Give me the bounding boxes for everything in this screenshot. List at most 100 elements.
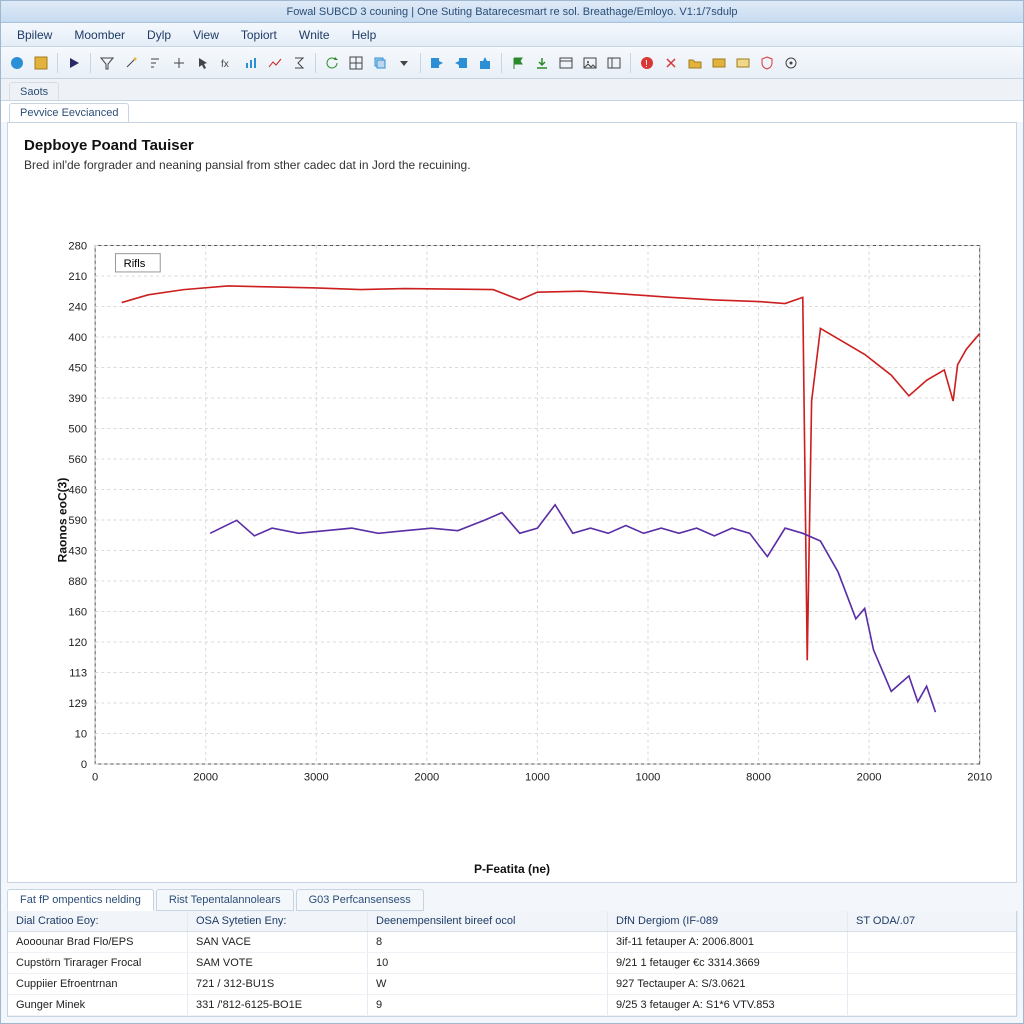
image-icon[interactable] (580, 53, 600, 73)
sigma-icon[interactable] (289, 53, 309, 73)
flag-icon[interactable] (508, 53, 528, 73)
menu-view[interactable]: View (183, 26, 229, 44)
svg-text:0: 0 (92, 771, 98, 783)
dropdown-icon[interactable] (394, 53, 414, 73)
wand-icon[interactable] (121, 53, 141, 73)
grid-cell (848, 974, 1018, 994)
pointer-icon[interactable] (193, 53, 213, 73)
menu-topiort[interactable]: Topiort (231, 26, 287, 44)
window-icon[interactable] (556, 53, 576, 73)
grid-header: Dial Cratioo Eoy: OSA Sytetien Eny: Deen… (8, 911, 1016, 932)
grid-cell: 3if-11 fetauper A: 2006.8001 (608, 932, 848, 952)
menu-help[interactable]: Help (342, 26, 387, 44)
target-icon[interactable] (781, 53, 801, 73)
toolbar: fx ! (1, 47, 1023, 79)
fx-icon[interactable]: fx (217, 53, 237, 73)
col-1[interactable]: OSA Sytetien Eny: (188, 911, 368, 931)
grid-cell: 9/21 1 fetauger €c 3314.3669 (608, 953, 848, 973)
svg-text:500: 500 (68, 424, 87, 436)
download-icon[interactable] (532, 53, 552, 73)
menu-wnite[interactable]: Wnite (289, 26, 340, 44)
svg-text:113: 113 (69, 668, 87, 680)
menu-bpilew[interactable]: Bpilew (7, 26, 62, 44)
svg-text:120: 120 (68, 637, 87, 649)
shield-icon[interactable] (757, 53, 777, 73)
window-titlebar: Fowal SUBCD 3 couning | One Suting Batar… (1, 1, 1023, 23)
sort-icon[interactable] (145, 53, 165, 73)
toolbar-separator (501, 53, 502, 73)
grid-cell: Gunger Minek (8, 995, 188, 1015)
svg-text:2010: 2010 (967, 771, 992, 783)
panel-tab-row2: Pevvice Eevcianced (1, 100, 1023, 122)
export-left-icon[interactable] (427, 53, 447, 73)
col-0[interactable]: Dial Cratioo Eoy: (8, 911, 188, 931)
chart-line-icon[interactable] (265, 53, 285, 73)
svg-text:fx: fx (221, 59, 229, 70)
bottom-tab-2[interactable]: G03 Perfcansensess (296, 889, 424, 911)
grid-cell: 10 (368, 953, 608, 973)
svg-text:590: 590 (68, 515, 87, 527)
cross-icon[interactable] (661, 53, 681, 73)
bottom-tab-0[interactable]: Fat fP ompentics nelding (7, 889, 154, 911)
app-window: Fowal SUBCD 3 couning | One Suting Batar… (0, 0, 1024, 1024)
svg-text:3000: 3000 (304, 771, 329, 783)
grid-cell: W (368, 974, 608, 994)
chart-panel: Depboye Poand Tauiser Bred inl'de forgra… (7, 122, 1017, 883)
panel-icon[interactable] (709, 53, 729, 73)
x-axis-label: P-Featita (ne) (24, 862, 1000, 876)
svg-text:400: 400 (68, 332, 87, 344)
panel-tab-saots[interactable]: Saots (9, 82, 59, 101)
bottom-tab-1[interactable]: Rist Tepentalannolears (156, 889, 294, 911)
grid-cell: 9/25 3 fetauger A: S1*6 VTV.853 (608, 995, 848, 1015)
chart-subtitle: Bred inl'de forgrader and neaning pansia… (24, 158, 1000, 172)
toolbar-separator (630, 53, 631, 73)
menu-moomber[interactable]: Moomber (64, 26, 135, 44)
menubar: Bpilew Moomber Dylp View Topiort Wnite H… (1, 23, 1023, 47)
col-3[interactable]: DfN Dergiom (IF-089 (608, 911, 848, 931)
refresh-icon[interactable] (322, 53, 342, 73)
menu-dylp[interactable]: Dylp (137, 26, 181, 44)
grid-cell: SAM VOTE (188, 953, 368, 973)
export-right-icon[interactable] (451, 53, 471, 73)
svg-text:210: 210 (68, 271, 87, 283)
panel2-icon[interactable] (733, 53, 753, 73)
table-row[interactable]: Cupstörn Tirarager FrocalSAM VOTE109/21 … (8, 953, 1016, 974)
svg-text:880: 880 (68, 576, 87, 588)
chart-area: Raonos eoC(3) 28021024040045039050056046… (24, 182, 1000, 858)
layout-icon[interactable] (604, 53, 624, 73)
svg-text:280: 280 (68, 241, 87, 253)
warn-icon[interactable]: ! (637, 53, 657, 73)
folder-icon[interactable] (685, 53, 705, 73)
expand-icon[interactable] (169, 53, 189, 73)
export-up-icon[interactable] (475, 53, 495, 73)
svg-text:390: 390 (68, 393, 87, 405)
data-grid: Dial Cratioo Eoy: OSA Sytetien Eny: Deen… (7, 911, 1017, 1017)
svg-text:160: 160 (68, 607, 87, 619)
grid-icon[interactable] (346, 53, 366, 73)
grid-cell: 9 (368, 995, 608, 1015)
layers-icon[interactable] (370, 53, 390, 73)
filter-icon[interactable] (97, 53, 117, 73)
toolbar-separator (57, 53, 58, 73)
svg-text:240: 240 (68, 302, 87, 314)
panel-tab-pevvice[interactable]: Pevvice Eevcianced (9, 103, 129, 122)
chart-bar-icon[interactable] (241, 53, 261, 73)
save-icon[interactable] (31, 53, 51, 73)
window-title: Fowal SUBCD 3 couning | One Suting Batar… (286, 6, 737, 18)
table-row[interactable]: Aooounar Brad Flo/EPSSAN VACE83if-11 fet… (8, 932, 1016, 953)
col-4[interactable]: ST ODA/.07 (848, 911, 1018, 931)
table-row[interactable]: Cuppiier Efroentrnan721 / 312-BU1SW927 T… (8, 974, 1016, 995)
svg-text:2000: 2000 (193, 771, 218, 783)
grid-cell: 8 (368, 932, 608, 952)
app-icon[interactable] (7, 53, 27, 73)
y-axis-label: Raonos eoC(3) (55, 478, 69, 563)
grid-cell: Cuppiier Efroentrnan (8, 974, 188, 994)
grid-cell: 927 Tectauper A: S/3.0621 (608, 974, 848, 994)
table-row[interactable]: Gunger Minek331 /'812-6125-BO1E99/25 3 f… (8, 995, 1016, 1016)
col-2[interactable]: Deenempensilent bireef ocol (368, 911, 608, 931)
grid-cell (848, 953, 1018, 973)
play-icon[interactable] (64, 53, 84, 73)
svg-text:1000: 1000 (636, 771, 661, 783)
grid-cell: Aooounar Brad Flo/EPS (8, 932, 188, 952)
svg-text:1000: 1000 (525, 771, 550, 783)
